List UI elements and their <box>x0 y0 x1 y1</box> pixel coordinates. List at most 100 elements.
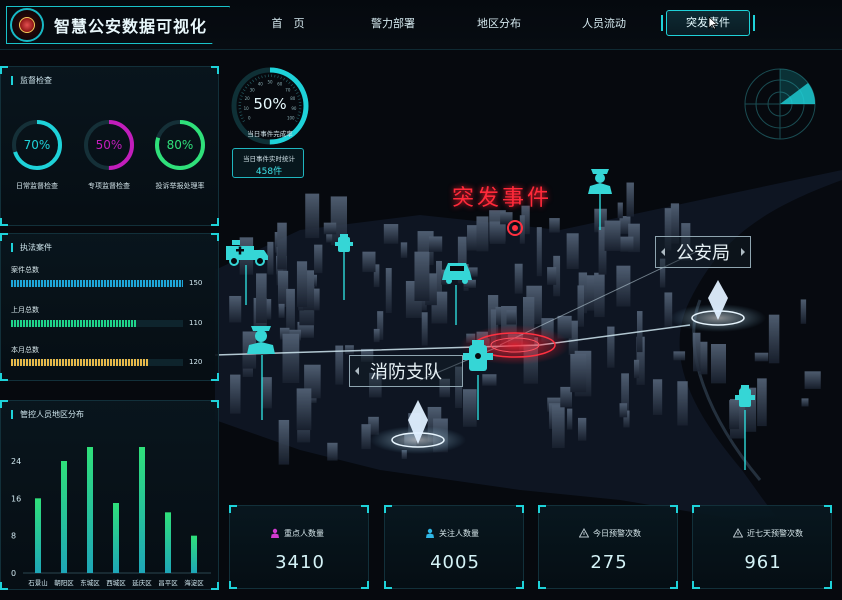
law-enforcement-cases-panel: 执法案件 案件总数 150 上月总数 110 本月总数 120 <box>0 233 219 381</box>
building <box>577 417 587 441</box>
police-badge-icon <box>10 8 44 42</box>
realtime-count-box: 当日事件实时统计 458件 <box>232 148 304 178</box>
gauge-tick <box>242 120 246 123</box>
ring-value: 70% <box>24 138 51 152</box>
gauge-tick-label: 30 <box>250 87 256 92</box>
building <box>414 251 430 302</box>
building <box>428 236 443 252</box>
app-title: 智慧公安数据可视化 <box>54 17 208 36</box>
nav-police-deployment[interactable]: 警力部署 <box>358 15 428 31</box>
gauge-tick <box>247 83 250 87</box>
key-persons-card[interactable]: 重点人数量 3410 <box>229 505 369 589</box>
building <box>278 303 285 318</box>
fire-brigade-tag[interactable]: 消防支队 <box>349 355 463 387</box>
building <box>229 295 242 323</box>
fire-hydrant-icon[interactable] <box>334 232 354 254</box>
top-header: 智慧公安数据可视化 首 页 警力部署 地区分布 人员流动 突发事件 <box>0 0 842 50</box>
nav-personnel-flow[interactable]: 人员流动 <box>569 15 639 31</box>
ring-label: 投诉举报处理率 <box>155 182 205 190</box>
ambulance-icon[interactable] <box>224 236 270 268</box>
building <box>607 326 615 368</box>
panel-title: 执法案件 <box>11 243 52 252</box>
stat-label: 重点人数量 <box>284 529 324 538</box>
panel-title: 监督检查 <box>11 76 52 85</box>
police-car-icon[interactable] <box>440 258 474 288</box>
y-tick-label: 0 <box>11 569 16 578</box>
ring-label: 日常监督检查 <box>16 182 58 190</box>
fire-hydrant-icon-3[interactable] <box>734 384 756 410</box>
fire-hydrant-icon-2[interactable] <box>462 338 494 376</box>
building <box>801 398 809 407</box>
building <box>278 419 290 465</box>
x-tick-label: 海淀区 <box>184 578 204 587</box>
gauge-tick-label: 60 <box>277 82 283 87</box>
building <box>313 288 320 311</box>
building <box>277 222 287 270</box>
x-tick-label: 延庆区 <box>132 578 152 587</box>
nav-home[interactable]: 首 页 <box>253 15 323 31</box>
building <box>620 236 634 252</box>
case-total-bar <box>11 280 183 287</box>
building <box>361 424 371 450</box>
building <box>345 345 354 355</box>
emergency-event-label[interactable]: 突发事件 <box>452 180 552 212</box>
building <box>549 218 560 233</box>
today-warnings-card[interactable]: 今日预警次数 275 <box>538 505 678 589</box>
building <box>400 242 408 258</box>
gauge-tick <box>252 79 255 83</box>
gauge-tick <box>261 75 263 79</box>
building <box>552 405 565 449</box>
bar-东城区 <box>87 447 93 573</box>
warning-icon <box>579 528 589 538</box>
district-distribution-panel: 管控人员地区分布 0 8 16 24 石景山 朝阳区 东城区 西城区 延庆区 昌平区 海淀区 <box>0 400 219 590</box>
ring-value: 80% <box>167 138 194 152</box>
building <box>230 374 241 414</box>
building <box>567 408 573 430</box>
mouse-cursor-icon <box>708 16 718 30</box>
building <box>626 182 634 217</box>
ring-label: 专项监督检查 <box>88 182 130 190</box>
gauge-tick-label: 0 <box>248 116 251 121</box>
person-icon <box>426 528 434 538</box>
x-tick-label: 昌平区 <box>158 579 178 587</box>
stat-label: 近七天预警次数 <box>747 529 803 538</box>
police-officer-icon[interactable] <box>244 318 278 354</box>
gauge-tick-label: 40 <box>258 82 264 87</box>
building <box>282 333 300 384</box>
gauge-tick <box>290 83 293 87</box>
building <box>326 233 333 243</box>
building <box>256 273 267 324</box>
gauge-tick <box>292 86 296 89</box>
building <box>383 224 399 244</box>
completion-percent: 50% <box>253 95 287 113</box>
gauge-tick <box>285 79 288 83</box>
police-station-tag[interactable]: 公安局 <box>655 236 751 268</box>
gauge-tick <box>249 81 252 84</box>
tag-right-arrow-icon <box>741 248 745 256</box>
building <box>804 371 821 389</box>
building <box>296 388 312 431</box>
gauge-tick <box>294 89 298 92</box>
building <box>566 233 579 270</box>
week-warnings-card[interactable]: 近七天预警次数 961 <box>692 505 832 589</box>
nav-area-distribution[interactable]: 地区分布 <box>464 15 534 31</box>
attention-persons-card[interactable]: 关注人数量 4005 <box>384 505 524 589</box>
building <box>421 312 428 346</box>
building <box>619 403 628 418</box>
building <box>617 202 623 219</box>
building <box>673 351 686 361</box>
building <box>677 381 688 426</box>
gauge-tick <box>283 77 285 81</box>
last-month-bar <box>11 320 183 327</box>
realtime-count-label: 当日事件实时统计 <box>243 155 295 163</box>
stat-value: 961 <box>744 552 782 573</box>
building <box>462 389 477 427</box>
police-officer-icon-2[interactable] <box>586 164 614 194</box>
building <box>594 272 605 318</box>
district-bar-chart[interactable]: 0 8 16 24 石景山 朝阳区 东城区 西城区 延庆区 昌平区 海淀区 <box>1 421 220 591</box>
building <box>362 251 376 273</box>
stat-value: 4005 <box>430 552 480 573</box>
daily-inspection-ring: 70% <box>9 117 65 173</box>
gauge-tick <box>280 76 282 80</box>
x-tick-label: 东城区 <box>80 578 100 587</box>
